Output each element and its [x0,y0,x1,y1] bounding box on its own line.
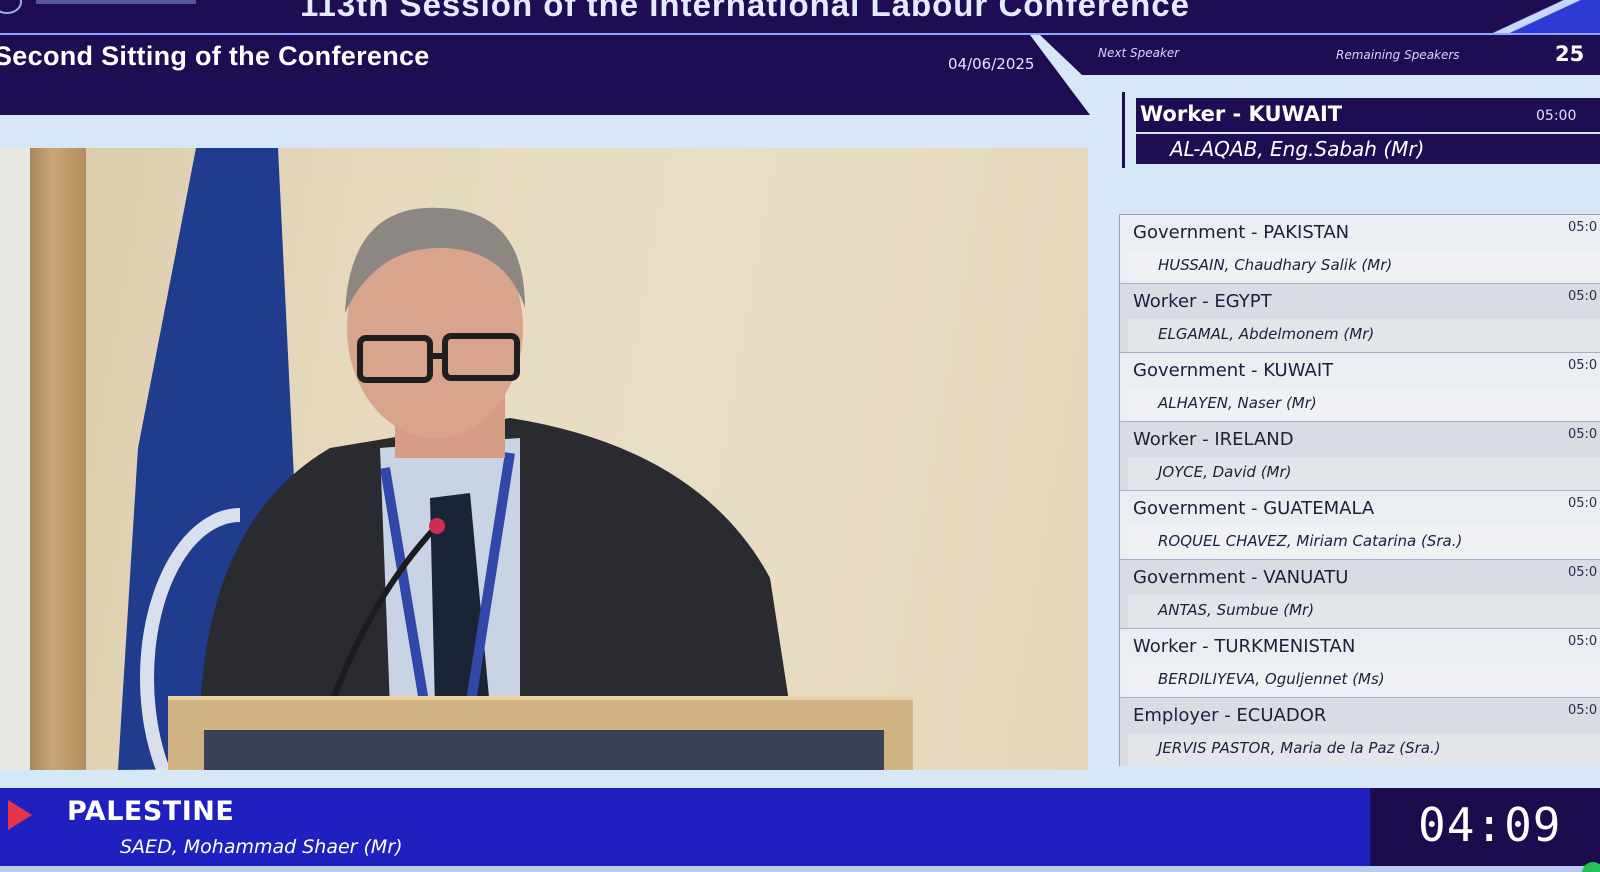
speaker-delegation: Worker - EGYPT [1133,291,1272,312]
speaker-name: HUSSAIN, Chaudhary Salik (Mr) [1158,256,1393,274]
podium-front [204,730,884,770]
speaker-list-item: Worker - EGYPT ELGAMAL, Abdelmonem (Mr) … [1120,284,1600,353]
speaker-delegation: Worker - IRELAND [1133,429,1294,450]
session-title: 113th Session of the International Labou… [300,0,1190,23]
speaker-name: ANTAS, Sumbue (Mr) [1158,601,1315,619]
speaker-name: ROQUEL CHAVEZ, Miriam Catarina (Sra.) [1158,532,1463,550]
next-speaker-label: Next Speaker [1098,46,1180,60]
speaker-name: BERDILIYEVA, Oguljennet (Ms) [1158,670,1385,688]
speaker-time: 05:0 [1568,496,1598,511]
speaker-name: JERVIS PASTOR, Maria de la Paz (Sra.) [1158,739,1441,757]
speaker-delegation: Employer - ECUADOR [1133,705,1327,726]
logo-caption [36,0,196,4]
speaker-list-item: Worker - TURKMENISTAN BERDILIYEVA, Ogulj… [1120,629,1600,698]
speaker-list-item: Government - PAKISTAN HUSSAIN, Chaudhary… [1120,215,1600,284]
next-speaker-name-row: AL-AQAB, Eng.Sabah (Mr) [1136,134,1600,164]
speaker-delegation: Government - PAKISTAN [1133,222,1350,243]
remaining-speakers-count: 25 [1555,42,1585,66]
speaker-delegation: Government - VANUATU [1133,567,1349,588]
speaker-time: 05:0 [1568,565,1598,580]
speaker-time: 05:0 [1568,220,1598,235]
speaker-name: JOYCE, David (Mr) [1158,463,1292,481]
current-speaker-name: SAED, Mohammad Shaer (Mr) [120,836,403,858]
speaker-delegation: Worker - TURKMENISTAN [1133,636,1356,657]
next-speaker-name: AL-AQAB, Eng.Sabah (Mr) [1170,137,1425,161]
speaker-time: 05:0 [1568,358,1598,373]
top-title-bar: 113th Session of the International Labou… [0,0,1600,33]
play-icon [8,800,32,830]
speaker-list-item: Government - VANUATU ANTAS, Sumbue (Mr) … [1120,560,1600,629]
speaker-delegation: Government - KUWAIT [1133,360,1334,381]
speaker-name: ALHAYEN, Naser (Mr) [1158,394,1317,412]
speaker-name: ELGAMAL, Abdelmonem (Mr) [1158,325,1375,343]
video-feed [0,148,1088,770]
speaker-time: 05:0 [1568,289,1598,304]
next-speaker-delegation-row: Worker - KUWAIT 05:00 [1136,98,1600,132]
speaker-list-item: Government - KUWAIT ALHAYEN, Naser (Mr) … [1120,353,1600,422]
remaining-speakers-label: Remaining Speakers [1336,48,1460,62]
speaker-list: Government - PAKISTAN HUSSAIN, Chaudhary… [1119,214,1600,766]
speaker-list-item: Worker - IRELAND JOYCE, David (Mr) 05:0 [1120,422,1600,491]
sitting-date: 04/06/2025 [948,55,1035,73]
next-speaker-accent-bar [1122,92,1125,168]
speaker-list-item: Government - GUATEMALA ROQUEL CHAVEZ, Mi… [1120,491,1600,560]
speaker-timer: 04:09 [1418,798,1562,852]
bottom-edge [0,866,1600,872]
speaker-time: 05:0 [1568,634,1598,649]
next-speaker-delegation: Worker - KUWAIT [1140,102,1343,126]
speaker-time: 05:0 [1568,703,1598,718]
next-speaker-box: Worker - KUWAIT 05:00 AL-AQAB, Eng.Sabah… [1120,92,1600,168]
ilo-logo-icon [0,0,22,14]
sitting-banner: Second Sitting of the Conference [0,35,1090,115]
current-speaker-delegation: PALESTINE [67,796,235,827]
speaker-figure [200,207,790,710]
sitting-title: Second Sitting of the Conference [0,41,430,71]
corner-accent [1430,0,1600,33]
speaker-delegation: Government - GUATEMALA [1133,498,1375,519]
speaker-list-item: Employer - ECUADOR JERVIS PASTOR, Maria … [1120,698,1600,766]
next-speaker-time: 05:00 [1536,108,1577,124]
header-divider [0,33,1600,35]
speaker-time: 05:0 [1568,427,1598,442]
